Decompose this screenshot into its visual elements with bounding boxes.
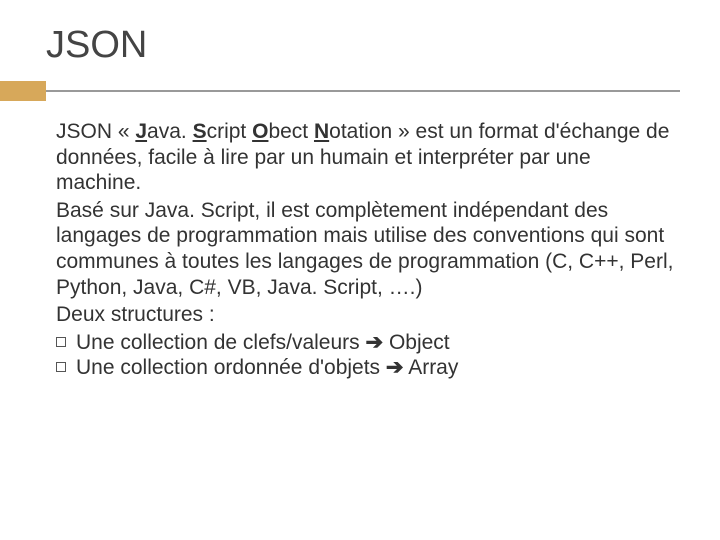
- text: bect: [268, 120, 314, 143]
- list-item-text: Une collection de clefs/valeurs ➔ Object: [76, 330, 680, 356]
- square-bullet-icon: [56, 362, 66, 372]
- paragraph-3: Deux structures :: [56, 302, 680, 328]
- text: JSON «: [56, 120, 135, 143]
- text: ava.: [147, 120, 193, 143]
- text: cript: [207, 120, 253, 143]
- horizontal-rule: [46, 90, 680, 92]
- accent-box: [0, 81, 46, 101]
- slide: JSON JSON « Java. Script Obect Notation …: [0, 0, 720, 401]
- bold-underline-s: S: [193, 120, 207, 143]
- bold-underline-j: J: [135, 120, 147, 143]
- square-bullet-icon: [56, 337, 66, 347]
- list-item: Une collection ordonnée d'objets ➔ Array: [56, 355, 680, 381]
- arrow-icon: ➔: [386, 356, 404, 379]
- bold-underline-n: N: [314, 120, 329, 143]
- text: Object: [389, 331, 450, 354]
- text: Une collection ordonnée d'objets: [76, 356, 386, 379]
- bullet-list: Une collection de clefs/valeurs ➔ Object…: [56, 330, 680, 381]
- bold-underline-o: O: [252, 120, 268, 143]
- text: Array: [408, 356, 458, 379]
- paragraph-2: Basé sur Java. Script, il est complèteme…: [56, 198, 680, 300]
- text: Une collection de clefs/valeurs: [76, 331, 360, 354]
- arrow-icon: ➔: [366, 331, 384, 354]
- slide-body: JSON « Java. Script Obect Notation » est…: [40, 119, 680, 381]
- list-item: Une collection de clefs/valeurs ➔ Object: [56, 330, 680, 356]
- list-item-text: Une collection ordonnée d'objets ➔ Array: [76, 355, 680, 381]
- slide-title: JSON: [40, 24, 680, 67]
- paragraph-1: JSON « Java. Script Obect Notation » est…: [56, 119, 680, 196]
- title-rule: [0, 81, 680, 101]
